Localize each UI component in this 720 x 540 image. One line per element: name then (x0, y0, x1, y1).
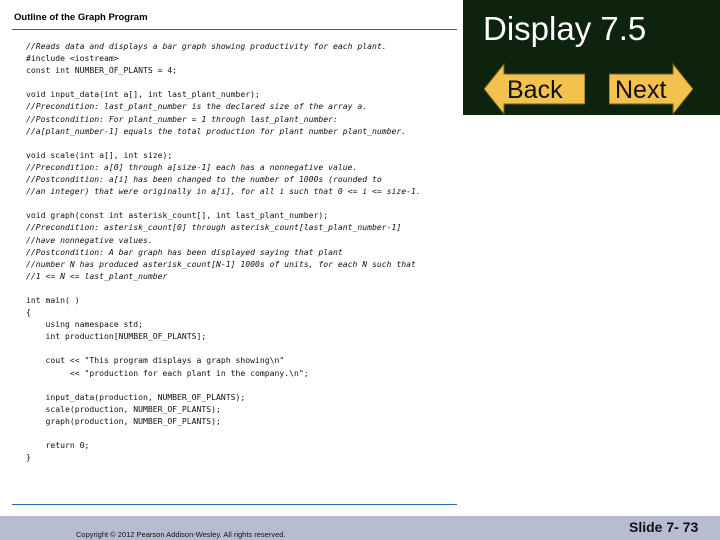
code-line: //an integer) that were originally in a[… (26, 186, 421, 197)
code-line: cout << "This program displays a graph s… (26, 355, 285, 366)
back-button-label: Back (507, 76, 563, 104)
next-button-label: Next (615, 76, 667, 104)
code-line: graph(production, NUMBER_OF_PLANTS); (26, 415, 221, 426)
next-button[interactable]: Next (609, 62, 693, 116)
slide-header: Display 7.5 Back Next (463, 0, 720, 116)
title-divider (12, 29, 457, 30)
code-line: //Reads data and displays a bar graph sh… (26, 41, 387, 51)
code-line: const int NUMBER_OF_PLANTS = 4; (26, 65, 178, 76)
code-line: } (26, 452, 31, 463)
code-line: //have nonnegative values. (26, 234, 153, 245)
code-line: //Precondition: a[0] through a[size-1] e… (26, 161, 358, 172)
code-line: void input_data(int a[], int last_plant_… (26, 89, 260, 100)
code-figure: Outline of the Graph Program //Reads dat… (12, 10, 457, 506)
code-line: input_data(production, NUMBER_OF_PLANTS)… (26, 391, 246, 402)
code-line: using namespace std; (26, 319, 143, 330)
code-line: scale(production, NUMBER_OF_PLANTS); (26, 403, 221, 414)
code-line: //a[plant_number-1] equals the total pro… (26, 125, 407, 136)
code-line: //Precondition: last_plant_number is the… (26, 101, 368, 112)
code-line: //Postcondition: a[i] has been changed t… (26, 174, 382, 185)
code-line: int main( ) (26, 294, 80, 305)
code-line: return 0; (26, 440, 90, 451)
slide-footer: Copyright © 2012 Pearson Addison-Wesley.… (0, 516, 720, 540)
back-button[interactable]: Back (484, 62, 585, 116)
code-line: int production[NUMBER_OF_PLANTS]; (26, 331, 207, 342)
code-listing: //Reads data and displays a bar graph sh… (26, 40, 456, 463)
code-line: void graph(const int asterisk_count[], i… (26, 210, 329, 221)
slide-number: Slide 7- 73 (629, 519, 699, 535)
code-line: { (26, 307, 31, 318)
slide-title: Display 7.5 (483, 10, 647, 47)
copyright-text: Copyright © 2012 Pearson Addison-Wesley.… (76, 530, 286, 539)
bottom-divider (12, 504, 457, 505)
code-line: //1 <= N <= last_plant_number (26, 270, 168, 281)
code-line: //number N has produced asterisk_count[N… (26, 258, 416, 269)
code-line: << "production for each plant in the com… (26, 367, 309, 378)
code-line: void scale(int a[], int size); (26, 149, 173, 160)
code-line: //Precondition: asterisk_count[0] throug… (26, 222, 402, 233)
code-line: #include <iostream> (26, 53, 119, 64)
code-figure-title: Outline of the Graph Program (14, 12, 148, 23)
code-line: //Postcondition: For plant_number = 1 th… (26, 113, 338, 124)
code-line: //Postcondition: A bar graph has been di… (26, 246, 343, 257)
